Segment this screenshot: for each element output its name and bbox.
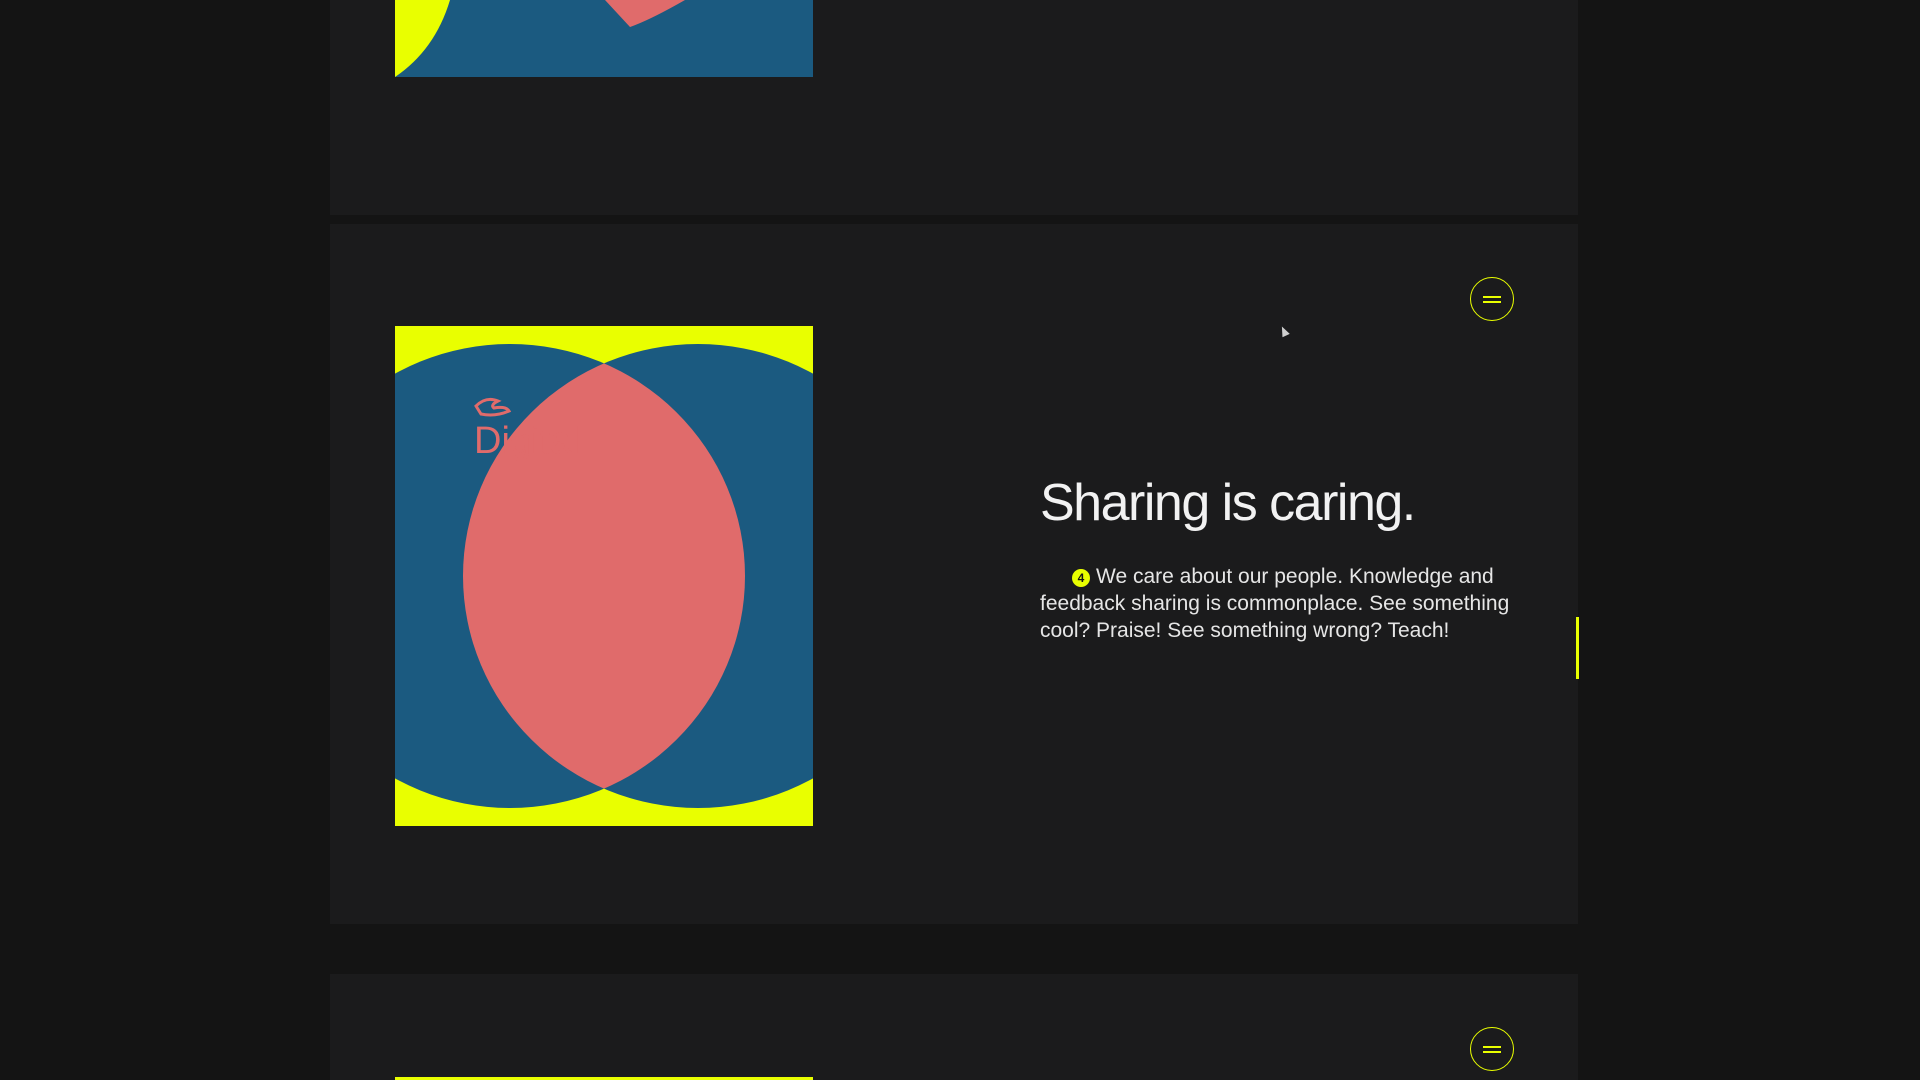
menu-button[interactable] <box>1470 277 1514 321</box>
section-card-next <box>330 974 1578 1080</box>
menu-icon-line-bottom <box>1483 301 1501 303</box>
artwork-graphic: Digital <box>395 326 813 826</box>
artwork-label: Digital <box>474 420 580 462</box>
menu-icon-line-top <box>1483 296 1501 298</box>
scroll-indicator[interactable] <box>1576 617 1579 679</box>
artwork-previous-graphic <box>395 0 813 77</box>
section-body: 4 We care about our people. Knowledge and… <box>1040 563 1520 644</box>
section-headline: Sharing is caring. <box>1040 474 1416 532</box>
page: Digital Sharing is caring. 4 We care abou… <box>0 0 1920 1080</box>
item-number-badge: 4 <box>1072 569 1090 587</box>
artwork: Digital <box>395 326 813 826</box>
menu-icon-line-top <box>1483 1046 1501 1048</box>
section-body-text: We care about our people. Knowledge and … <box>1040 565 1510 642</box>
section-card-previous <box>330 0 1578 215</box>
artwork-previous <box>395 0 813 77</box>
menu-button-next[interactable] <box>1470 1027 1514 1071</box>
menu-icon-line-bottom <box>1483 1051 1501 1053</box>
